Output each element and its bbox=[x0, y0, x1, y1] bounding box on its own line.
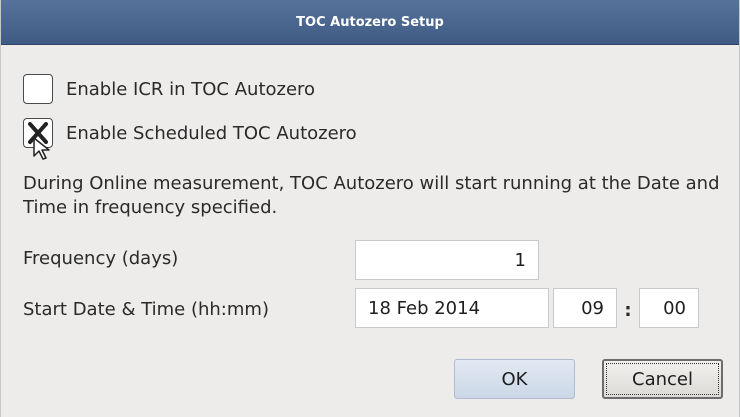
frequency-label: Frequency (days) bbox=[23, 248, 179, 269]
enable-icr-checkbox[interactable] bbox=[23, 74, 53, 104]
start-date-input[interactable]: 18 Feb 2014 bbox=[355, 288, 549, 328]
mouse-pointer-icon bbox=[33, 137, 50, 160]
start-datetime-label: Start Date & Time (hh:mm) bbox=[23, 299, 269, 320]
start-hour-input[interactable]: 09 bbox=[553, 288, 617, 328]
start-date-value: 18 Feb 2014 bbox=[368, 297, 481, 319]
dialog-titlebar: TOC Autozero Setup bbox=[1, 0, 739, 45]
enable-icr-row[interactable]: Enable ICR in TOC Autozero bbox=[23, 74, 315, 104]
ok-button-label: OK bbox=[501, 368, 528, 390]
enable-scheduled-label[interactable]: Enable Scheduled TOC Autozero bbox=[66, 123, 357, 144]
frequency-value: 1 bbox=[514, 249, 526, 271]
start-hour-value: 09 bbox=[581, 297, 604, 319]
dialog-title: TOC Autozero Setup bbox=[296, 14, 444, 30]
start-minute-input[interactable]: 00 bbox=[639, 288, 699, 328]
frequency-input[interactable]: 1 bbox=[355, 240, 539, 280]
cancel-button-label: Cancel bbox=[632, 368, 693, 390]
enable-icr-label[interactable]: Enable ICR in TOC Autozero bbox=[66, 79, 315, 100]
cancel-button[interactable]: Cancel bbox=[602, 359, 723, 399]
start-minute-value: 00 bbox=[663, 297, 686, 319]
ok-button[interactable]: OK bbox=[454, 359, 575, 399]
toc-autozero-setup-dialog: TOC Autozero Setup Enable ICR in TOC Aut… bbox=[0, 0, 740, 417]
description-text: During Online measurement, TOC Autozero … bbox=[23, 173, 720, 218]
time-separator: : bbox=[624, 300, 632, 321]
enable-scheduled-row[interactable]: Enable Scheduled TOC Autozero bbox=[23, 118, 357, 148]
